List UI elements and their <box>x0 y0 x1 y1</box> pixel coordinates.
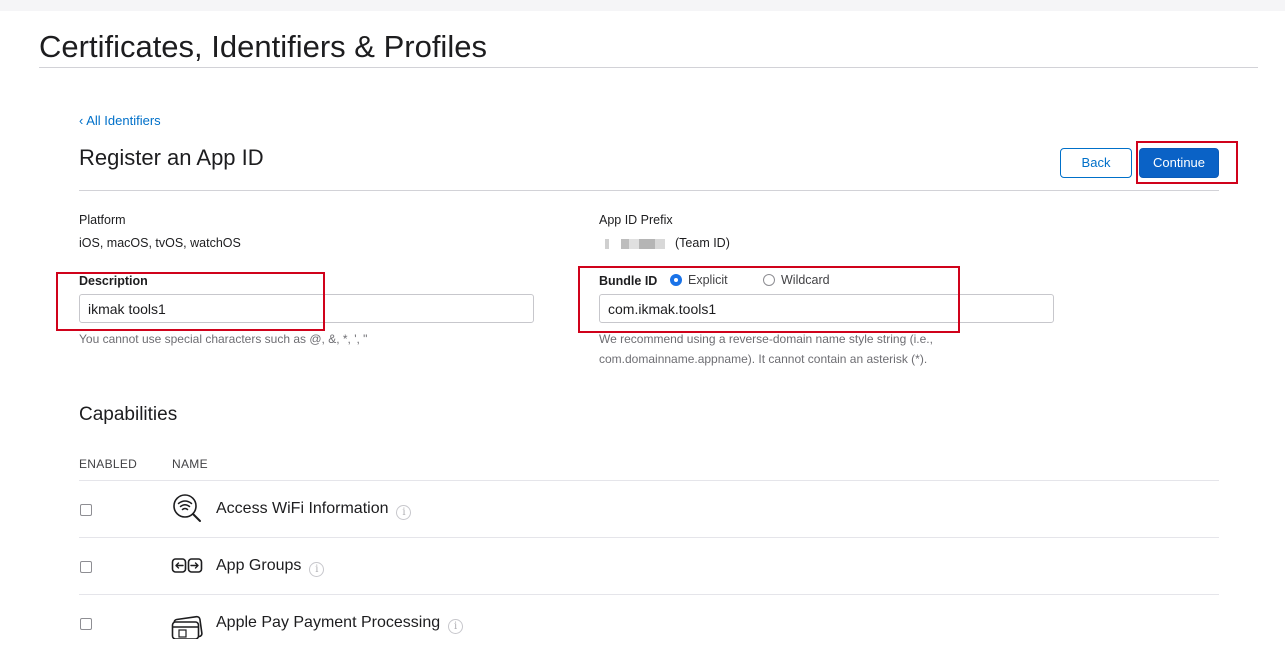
wifi-search-icon <box>173 494 201 522</box>
bundle-id-input[interactable] <box>599 294 1054 323</box>
capability-label: App Groups <box>216 557 302 574</box>
description-hint: You cannot use special characters such a… <box>79 332 368 346</box>
radio-explicit-label: Explicit <box>688 273 728 287</box>
capability-name: App Groups i <box>216 557 325 577</box>
capability-label: Access WiFi Information <box>216 500 389 517</box>
bundle-id-hint: We recommend using a reverse-domain name… <box>599 329 933 369</box>
info-icon[interactable]: i <box>396 505 412 520</box>
title-divider <box>39 67 1258 68</box>
top-nav-strip <box>0 0 1285 11</box>
team-id-label: (Team ID) <box>675 236 730 250</box>
capability-checkbox[interactable] <box>80 561 92 573</box>
info-icon[interactable]: i <box>309 562 325 577</box>
capability-row-wifi: Access WiFi Information i <box>79 481 1219 538</box>
radio-wildcard[interactable]: Wildcard <box>763 273 830 287</box>
radio-explicit-indicator[interactable] <box>670 274 682 286</box>
all-identifiers-link[interactable]: ‹ All Identifiers <box>79 113 161 128</box>
info-icon[interactable]: i <box>448 619 464 634</box>
capability-name: Access WiFi Information i <box>216 500 412 520</box>
form-header-divider <box>79 190 1219 191</box>
bundle-id-hint-line1: We recommend using a reverse-domain name… <box>599 332 933 346</box>
platform-label: Platform <box>79 213 126 227</box>
capability-row-app-groups: App Groups i <box>79 538 1219 595</box>
apple-pay-icon <box>171 615 203 639</box>
back-button[interactable]: Back <box>1060 148 1132 178</box>
form-title: Register an App ID <box>79 145 264 170</box>
description-input[interactable] <box>79 294 534 323</box>
capability-checkbox[interactable] <box>80 618 92 630</box>
app-groups-icon <box>171 558 203 573</box>
capability-name: Apple Pay Payment Processing i <box>216 614 464 634</box>
bundle-id-hint-line2: com.domainname.appname). It cannot conta… <box>599 352 928 366</box>
capabilities-title: Capabilities <box>79 404 178 425</box>
capability-row-apple-pay: Apple Pay Payment Processing i <box>79 595 1219 652</box>
bundle-id-label: Bundle ID <box>599 274 658 288</box>
description-label: Description <box>79 274 148 288</box>
radio-wildcard-indicator[interactable] <box>763 274 775 286</box>
capability-checkbox[interactable] <box>80 504 92 516</box>
page-title: Certificates, Identifiers & Profiles <box>39 29 487 64</box>
column-header-name: NAME <box>172 457 208 471</box>
column-header-enabled: ENABLED <box>79 457 138 471</box>
platform-value: iOS, macOS, tvOS, watchOS <box>79 236 241 250</box>
redacted-prefix <box>599 238 671 249</box>
continue-button[interactable]: Continue <box>1139 148 1219 178</box>
app-id-prefix-value: (Team ID) <box>599 236 730 250</box>
radio-explicit[interactable]: Explicit <box>670 273 728 287</box>
radio-wildcard-label: Wildcard <box>781 273 830 287</box>
app-id-prefix-label: App ID Prefix <box>599 213 673 227</box>
capability-label: Apple Pay Payment Processing <box>216 614 441 631</box>
